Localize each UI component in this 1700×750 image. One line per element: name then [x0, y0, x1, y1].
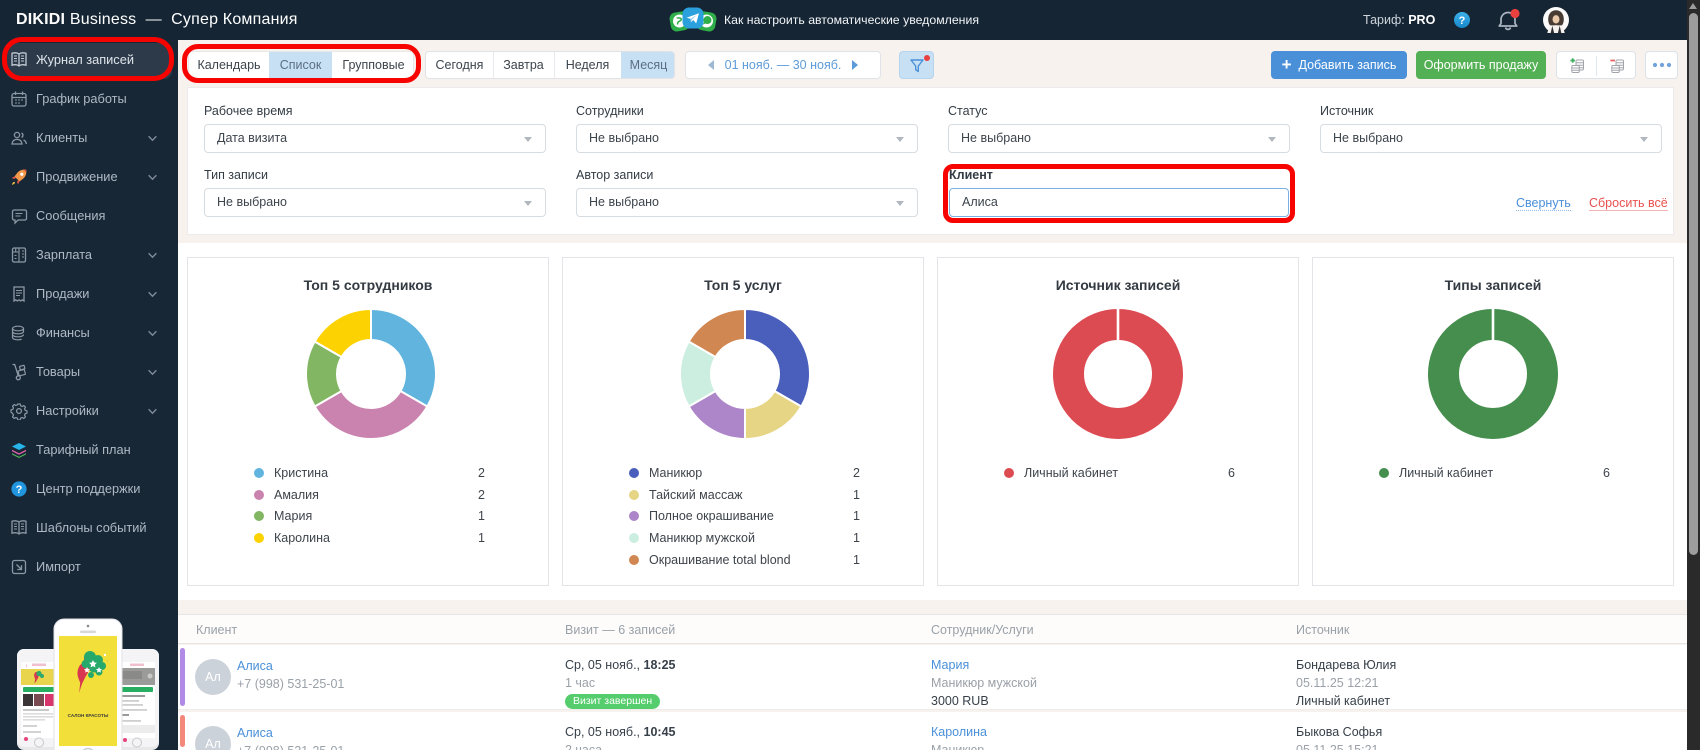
svg-text:?: ? — [1459, 15, 1466, 27]
svg-text:САЛОН КРАСОТЫ: САЛОН КРАСОТЫ — [68, 713, 109, 718]
svg-text:?: ? — [16, 484, 23, 496]
